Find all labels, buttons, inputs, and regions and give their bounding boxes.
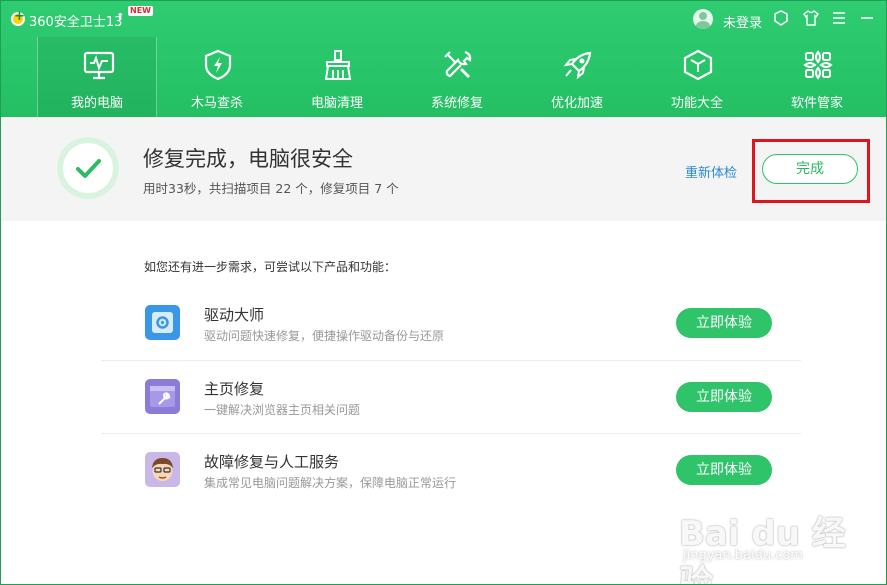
broom-icon: [324, 50, 352, 80]
result-banner: 修复完成，电脑很安全 用时33秒，共扫描项目 22 个，修复项目 7 个 重新体…: [1, 117, 886, 221]
recheck-link[interactable]: 重新体检: [685, 162, 737, 181]
header: 360安全卫士13 ⬆ NEW 未登录: [1, 1, 886, 117]
done-button[interactable]: 完成: [762, 154, 858, 184]
nav-label: 功能大全: [670, 96, 723, 111]
wrench-icon: [444, 50, 472, 79]
skin-icon[interactable]: [772, 9, 790, 27]
nav-label: 系统修复: [430, 96, 483, 111]
nav-item-software-manager[interactable]: 软件管家: [757, 37, 877, 117]
apps-icon: [803, 50, 833, 80]
list-item: 故障修复与人工服务 集成常见电脑问题解决方案，保障电脑正常运行 立即体验: [101, 433, 801, 506]
minimize-icon[interactable]: [858, 9, 876, 27]
app-title: 360安全卫士13: [29, 15, 123, 30]
menu-icon[interactable]: [830, 9, 848, 27]
main-nav: 我的电脑 木马查杀 电脑清理 系统修复 优化加速 功能大全 软件管家: [37, 37, 886, 117]
item-desc: 一键解决浏览器主页相关问题: [204, 403, 361, 417]
item-title: 故障修复与人工服务: [204, 453, 340, 471]
watermark-sub: jingyan.baidu.com: [683, 548, 803, 563]
shirt-icon[interactable]: [802, 9, 820, 27]
homepage-repair-icon: [145, 379, 180, 414]
new-badge: NEW: [128, 6, 153, 16]
item-title: 主页修复: [204, 380, 265, 398]
nav-item-cleanup[interactable]: 电脑清理: [277, 37, 397, 117]
item-desc: 驱动问题快速修复，便捷操作驱动备份与还原: [204, 329, 445, 343]
try-now-button[interactable]: 立即体验: [676, 308, 772, 338]
title-bar: 360安全卫士13 ⬆ NEW 未登录: [1, 1, 886, 37]
support-person-icon: [145, 452, 180, 487]
success-check-icon: [57, 137, 119, 199]
try-now-button[interactable]: 立即体验: [676, 382, 772, 412]
rocket-icon: [563, 51, 592, 80]
try-now-button[interactable]: 立即体验: [676, 455, 772, 485]
360-logo-icon: [11, 9, 25, 26]
driver-master-icon: [145, 305, 180, 340]
watermark-main: Bai du 经验: [679, 514, 846, 585]
nav-item-system-repair[interactable]: 系统修复: [397, 37, 517, 117]
nav-item-features[interactable]: 功能大全: [637, 37, 757, 117]
result-title: 修复完成，电脑很安全: [143, 147, 353, 171]
shield-icon: [204, 49, 232, 81]
app-window: 360安全卫士13 ⬆ NEW 未登录: [0, 0, 887, 585]
nav-label: 电脑清理: [310, 96, 363, 111]
login-status[interactable]: 未登录: [723, 12, 762, 31]
suggestion-list: 驱动大师 驱动问题快速修复，便捷操作驱动备份与还原 立即体验 主页修复 一键解决…: [101, 287, 801, 506]
list-item: 主页修复 一键解决浏览器主页相关问题 立即体验: [101, 360, 801, 433]
nav-label: 优化加速: [550, 96, 603, 111]
nav-item-speedup[interactable]: 优化加速: [517, 37, 637, 117]
item-title: 驱动大师: [204, 306, 265, 324]
baidu-watermark: Bai du 经验 jingyan.baidu.com: [679, 506, 869, 584]
nav-label: 软件管家: [790, 96, 843, 111]
suggestion-prompt: 如您还有进一步需求，可尝试以下产品和功能：: [144, 260, 397, 274]
result-summary: 用时33秒，共扫描项目 22 个，修复项目 7 个: [143, 181, 399, 196]
avatar[interactable]: [693, 9, 713, 29]
monitor-icon: [83, 51, 115, 80]
nav-item-trojan-scan[interactable]: 木马查杀: [157, 37, 277, 117]
nav-item-my-computer[interactable]: 我的电脑: [37, 37, 157, 117]
nav-label: 木马查杀: [190, 96, 243, 111]
cube-icon: [683, 49, 713, 81]
list-item: 驱动大师 驱动问题快速修复，便捷操作驱动备份与还原 立即体验: [101, 287, 801, 360]
item-desc: 集成常见电脑问题解决方案，保障电脑正常运行: [204, 476, 457, 490]
upgrade-arrow-icon[interactable]: ⬆: [116, 12, 124, 23]
nav-label: 我的电脑: [70, 96, 123, 111]
